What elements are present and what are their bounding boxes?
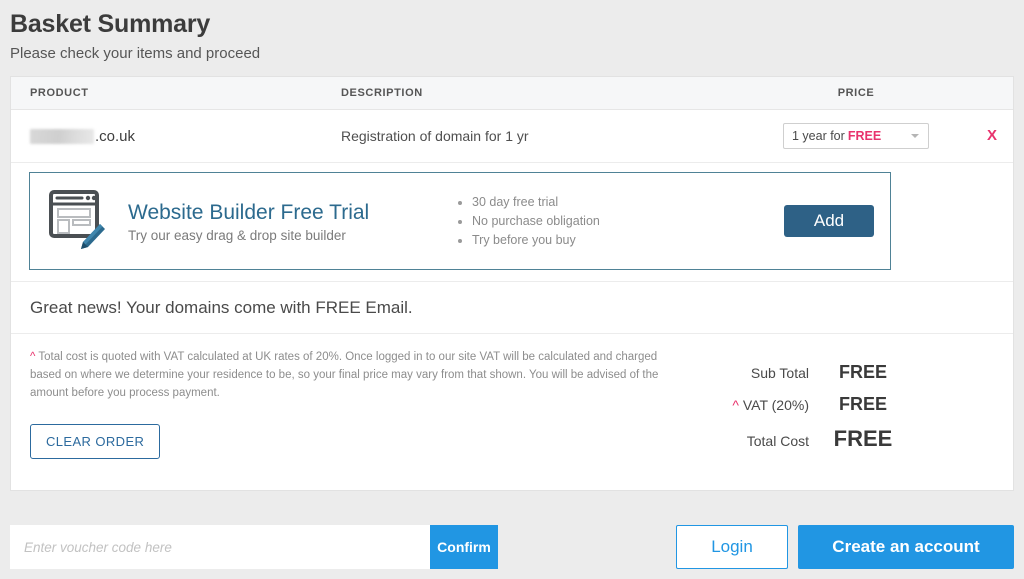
page-title: Basket Summary [10, 10, 211, 38]
list-item: 30 day free trial [472, 193, 702, 212]
term-select-prefix: 1 year for [792, 129, 845, 143]
promo-bullet-list: 30 day free trial No purchase obligation… [456, 193, 702, 250]
totals-panel: Sub Total FREE ^ VAT (20%) FREE Total Co… [647, 362, 917, 452]
promo-text-block: Website Builder Free Trial Try our easy … [128, 200, 428, 243]
vat-disclaimer-text: Total cost is quoted with VAT calculated… [30, 351, 659, 399]
free-email-notice: Great news! Your domains come with FREE … [11, 282, 1013, 334]
login-button[interactable]: Login [676, 525, 788, 569]
domain-suffix: .co.uk [95, 127, 136, 145]
vat-row-caret-marker: ^ [732, 397, 739, 413]
redacted-domain-name [30, 128, 94, 144]
total-cost-label: Total Cost [746, 433, 809, 449]
product-remove-cell: X [971, 127, 1013, 145]
subtotal-value: FREE [838, 362, 887, 382]
page-subtitle: Please check your items and proceed [10, 45, 261, 62]
vat-row: ^ VAT (20%) FREE [647, 394, 917, 415]
basket-card: PRODUCT DESCRIPTION PRICE .co.uk Registr… [10, 76, 1014, 491]
vat-label: ^ VAT (20%) [679, 397, 809, 413]
bottom-action-bar: Confirm Login Create an account [0, 523, 1024, 579]
vat-value: FREE [838, 394, 887, 414]
product-domain-cell: .co.uk [11, 128, 341, 145]
basket-footer: ^ Total cost is quoted with VAT calculat… [11, 334, 1013, 490]
product-price-cell: 1 year for FREE [741, 123, 971, 149]
product-description: Registration of domain for 1 yr [341, 128, 529, 144]
website-builder-promo: Website Builder Free Trial Try our easy … [29, 172, 891, 270]
column-header-description: DESCRIPTION [341, 87, 423, 99]
page-header: Basket Summary Please check your items a… [0, 0, 1024, 68]
basket-table-header: PRODUCT DESCRIPTION PRICE [11, 77, 1013, 110]
clear-order-button[interactable]: CLEAR ORDER [30, 424, 161, 459]
term-select[interactable]: 1 year for FREE [783, 123, 929, 149]
subtotal-row: Sub Total FREE [647, 362, 917, 383]
list-item: Try before you buy [472, 231, 702, 250]
auth-button-group: Login Create an account [676, 525, 1014, 569]
voucher-input[interactable] [10, 525, 430, 569]
subtotal-label: Sub Total [750, 365, 809, 381]
promo-title: Website Builder Free Trial [128, 200, 370, 224]
confirm-voucher-button[interactable]: Confirm [430, 525, 498, 569]
term-select-price: FREE [847, 129, 882, 143]
list-item: No purchase obligation [472, 212, 702, 231]
promo-container: Website Builder Free Trial Try our easy … [11, 163, 1013, 282]
column-header-product: PRODUCT [30, 87, 89, 99]
table-row: .co.uk Registration of domain for 1 yr 1… [11, 110, 1013, 163]
voucher-group: Confirm [10, 525, 498, 569]
total-cost-value: FREE [833, 426, 893, 451]
add-website-builder-button[interactable]: Add [784, 205, 874, 237]
website-builder-icon [48, 188, 112, 255]
vat-label-text: VAT (20%) [738, 397, 809, 413]
total-cost-row: Total Cost FREE [647, 426, 917, 452]
vat-disclaimer: ^ Total cost is quoted with VAT calculat… [30, 348, 670, 402]
chevron-down-icon [911, 134, 919, 138]
promo-subtitle: Try our easy drag & drop site builder [128, 227, 346, 243]
create-account-button[interactable]: Create an account [798, 525, 1014, 569]
remove-item-button[interactable]: X [987, 127, 997, 144]
column-header-price: PRICE [837, 87, 875, 99]
